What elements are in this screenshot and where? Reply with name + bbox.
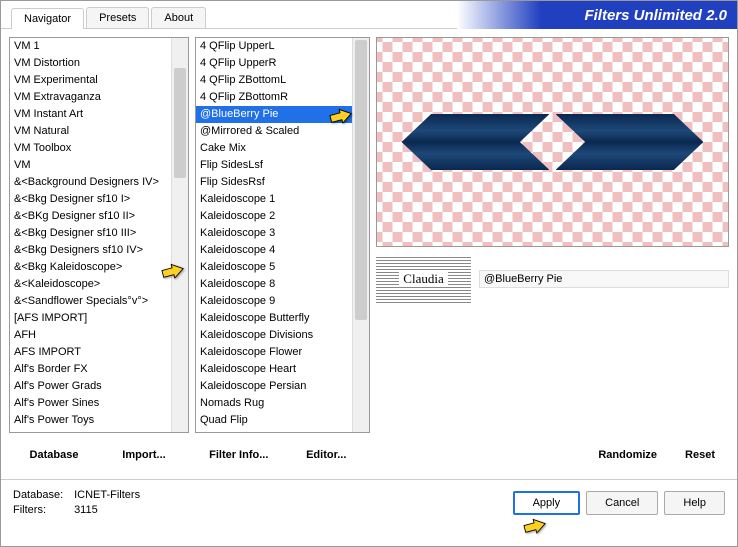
list-item[interactable]: Alf's Power Grads (10, 378, 171, 395)
list-item[interactable]: 4 QFlip UpperL (196, 38, 352, 55)
list-item[interactable]: Alf's Power Sines (10, 395, 171, 412)
list-item[interactable]: VM Instant Art (10, 106, 171, 123)
list-item[interactable]: 4 QFlip UpperR (196, 55, 352, 72)
list-item[interactable]: Kaleidoscope Divisions (196, 327, 352, 344)
list-item[interactable]: VM Experimental (10, 72, 171, 89)
scrollbar[interactable] (352, 38, 369, 432)
preview-shape-left (402, 114, 550, 170)
preview-image (376, 37, 729, 247)
watermark-stamp (376, 255, 471, 303)
database-button[interactable]: Database (9, 443, 99, 467)
list-item[interactable]: VM Extravaganza (10, 89, 171, 106)
header: Navigator Presets About Filters Unlimite… (1, 1, 737, 29)
category-column: VM 1VM DistortionVM ExperimentalVM Extra… (9, 37, 189, 471)
tab-presets[interactable]: Presets (86, 7, 149, 28)
list-item[interactable]: AFH (10, 327, 171, 344)
main-content: VM 1VM DistortionVM ExperimentalVM Extra… (1, 29, 737, 479)
scroll-thumb[interactable] (355, 40, 367, 320)
tab-navigator[interactable]: Navigator (11, 8, 84, 29)
list-item[interactable]: 4 QFlip ZBottomR (196, 89, 352, 106)
editor-button[interactable]: Editor... (283, 443, 371, 467)
list-item[interactable]: &<Bkg Designer sf10 I> (10, 191, 171, 208)
filter-column: 4 QFlip UpperL4 QFlip UpperR4 QFlip ZBot… (195, 37, 370, 471)
list-item[interactable]: &<Kaleidoscope> (10, 276, 171, 293)
list-item[interactable]: &<Bkg Designer sf10 III> (10, 225, 171, 242)
footer-info: Database: ICNET-Filters Filters: 3115 (13, 488, 140, 518)
app-title: Filters Unlimited 2.0 (457, 1, 737, 29)
list-item[interactable]: VM Distortion (10, 55, 171, 72)
reset-button[interactable]: Reset (671, 443, 729, 467)
list-item[interactable]: Cake Mix (196, 140, 352, 157)
list-item[interactable]: &<Bkg Kaleidoscope> (10, 259, 171, 276)
randomize-button[interactable]: Randomize (584, 443, 671, 467)
selected-filter-name: @BlueBerry Pie (479, 270, 729, 288)
list-item[interactable]: &<Sandflower Specials°v°> (10, 293, 171, 310)
list-item[interactable]: VM Natural (10, 123, 171, 140)
footer: Database: ICNET-Filters Filters: 3115 Ap… (1, 479, 737, 526)
list-item[interactable]: Flip SidesRsf (196, 174, 352, 191)
cancel-button[interactable]: Cancel (586, 491, 658, 515)
list-item[interactable]: Kaleidoscope 4 (196, 242, 352, 259)
database-value: ICNET-Filters (74, 489, 140, 501)
list-item[interactable]: AlphaWorks (10, 429, 171, 432)
tabs: Navigator Presets About (1, 1, 208, 28)
list-item[interactable]: Kaleidoscope Heart (196, 361, 352, 378)
list-item[interactable]: Kaleidoscope 9 (196, 293, 352, 310)
list-item[interactable]: 4 QFlip ZBottomL (196, 72, 352, 89)
list-item[interactable]: Kaleidoscope 2 (196, 208, 352, 225)
preview-buttons: Randomize Reset (376, 439, 729, 471)
list-item[interactable]: Kaleidoscope Butterfly (196, 310, 352, 327)
list-item[interactable]: [AFS IMPORT] (10, 310, 171, 327)
preview-column: @BlueBerry Pie Randomize Reset (376, 37, 729, 471)
apply-button[interactable]: Apply (513, 491, 581, 515)
list-item[interactable]: &<BKg Designer sf10 II> (10, 208, 171, 225)
scrollbar[interactable] (171, 38, 188, 432)
list-item[interactable]: VM 1 (10, 38, 171, 55)
filter-list[interactable]: 4 QFlip UpperL4 QFlip UpperR4 QFlip ZBot… (196, 38, 352, 432)
scroll-thumb[interactable] (174, 68, 186, 178)
list-item[interactable]: VM Toolbox (10, 140, 171, 157)
list-item[interactable]: Quad Flip (196, 412, 352, 429)
filter-list-wrap: 4 QFlip UpperL4 QFlip UpperR4 QFlip ZBot… (195, 37, 370, 433)
list-item[interactable]: &<Bkg Designers sf10 IV> (10, 242, 171, 259)
tab-about[interactable]: About (151, 7, 206, 28)
list-item[interactable]: Kaleidoscope 8 (196, 276, 352, 293)
category-list[interactable]: VM 1VM DistortionVM ExperimentalVM Extra… (10, 38, 171, 432)
list-item[interactable]: Kaleidoscope Persian (196, 378, 352, 395)
preview-effect (402, 114, 704, 170)
filter-info-button[interactable]: Filter Info... (195, 443, 283, 467)
database-label: Database: (13, 488, 71, 503)
list-item[interactable]: @BlueBerry Pie (196, 106, 352, 123)
help-button[interactable]: Help (664, 491, 725, 515)
filter-buttons: Filter Info... Editor... (195, 439, 370, 471)
list-item[interactable]: VM (10, 157, 171, 174)
filters-label: Filters: (13, 503, 71, 518)
list-item[interactable]: Kaleidoscope 5 (196, 259, 352, 276)
list-item[interactable]: AFS IMPORT (10, 344, 171, 361)
list-item[interactable]: Kaleidoscope Flower (196, 344, 352, 361)
list-item[interactable]: Alf's Power Toys (10, 412, 171, 429)
footer-buttons: Apply Cancel Help (513, 491, 725, 515)
list-item[interactable]: @Mirrored & Scaled (196, 123, 352, 140)
list-item[interactable]: &<Background Designers IV> (10, 174, 171, 191)
import-button[interactable]: Import... (99, 443, 189, 467)
list-item[interactable]: Flip SidesLsf (196, 157, 352, 174)
list-item[interactable]: Kaleidoscope 3 (196, 225, 352, 242)
list-item[interactable]: Nomads Rug (196, 395, 352, 412)
list-item[interactable]: Kaleidoscope 1 (196, 191, 352, 208)
list-item[interactable]: Alf's Border FX (10, 361, 171, 378)
filters-value: 3115 (74, 504, 98, 516)
filter-name-row: @BlueBerry Pie (376, 255, 729, 303)
preview-shape-right (556, 114, 704, 170)
category-list-wrap: VM 1VM DistortionVM ExperimentalVM Extra… (9, 37, 189, 433)
category-buttons: Database Import... (9, 439, 189, 471)
list-item[interactable]: Radial Mirror (196, 429, 352, 432)
